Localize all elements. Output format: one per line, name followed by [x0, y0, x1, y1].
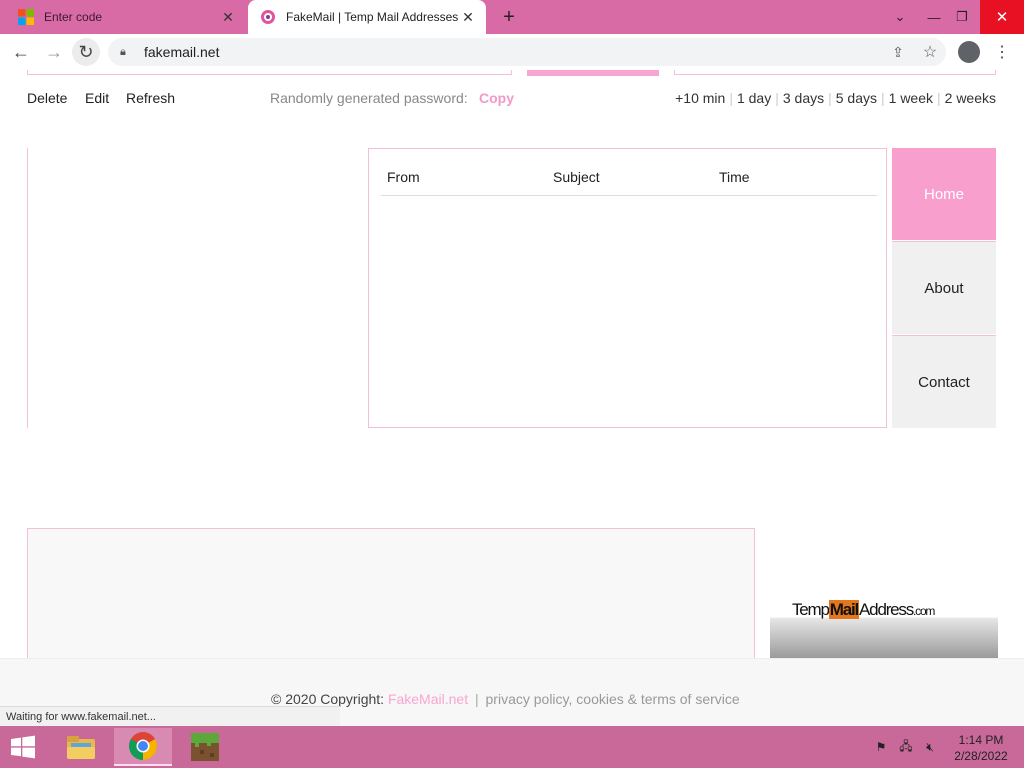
inbox-header: From Subject Time	[381, 167, 877, 196]
minecraft-taskbar-button[interactable]	[176, 728, 234, 766]
side-navigation: Home About Contact	[892, 148, 996, 428]
domain-select-box	[674, 70, 996, 75]
new-tab-plus-icon[interactable]: +	[497, 5, 521, 29]
column-from: From	[387, 169, 420, 185]
divider: |	[474, 691, 479, 707]
divider: |	[828, 90, 832, 106]
logo-tld: .com	[913, 604, 935, 618]
logo-highlight: Mail	[828, 600, 859, 619]
nav-home[interactable]: Home	[892, 148, 996, 240]
extend-1day[interactable]: 1 day	[737, 90, 771, 106]
extend-10min[interactable]: +10 min	[675, 90, 725, 106]
fakemail-icon	[261, 10, 275, 24]
file-explorer-taskbar-button[interactable]	[52, 728, 110, 766]
chrome-icon	[129, 732, 157, 760]
share-icon[interactable]: ⇪	[886, 40, 910, 64]
logo-prefix: Temp	[792, 600, 830, 619]
restore-window-icon[interactable]: ❐	[946, 0, 978, 34]
action-center-flag-icon[interactable]: ⚑	[872, 738, 890, 756]
copy-password-link[interactable]: Copy	[479, 90, 514, 106]
edit-link[interactable]: Edit	[85, 90, 109, 106]
chrome-taskbar-button[interactable]	[114, 728, 172, 766]
left-panel-border	[27, 148, 28, 428]
kebab-menu-icon[interactable]: ⋮	[992, 40, 1012, 64]
windows-taskbar: ⚑ 🖧︎ 🔇︎ 1:14 PM 2/28/2022	[0, 726, 1024, 768]
extend-5days[interactable]: 5 days	[836, 90, 877, 106]
column-subject: Subject	[553, 169, 600, 185]
nav-contact[interactable]: Contact	[892, 336, 996, 428]
microsoft-icon	[18, 9, 34, 25]
refresh-link[interactable]: Refresh	[126, 90, 175, 106]
status-text: Waiting for www.fakemail.net...	[6, 710, 156, 723]
close-window-icon[interactable]: ✕	[980, 0, 1024, 34]
clock-time: 1:14 PM	[958, 733, 1004, 747]
tempmailaddress-ad[interactable]: TempMailAddress.com	[770, 592, 998, 658]
lock-icon: 🔒︎	[120, 45, 126, 58]
profile-avatar-icon[interactable]	[958, 41, 980, 63]
url-text: fakemail.net	[144, 44, 220, 60]
address-bar[interactable]: 🔒︎ fakemail.net	[108, 38, 946, 66]
back-arrow-icon[interactable]: ←	[7, 38, 35, 66]
tab-title: FakeMail | Temp Mail Addresses	[286, 10, 459, 24]
logo-suffix: Address	[859, 600, 914, 619]
divider: |	[775, 90, 779, 106]
divider: |	[881, 90, 885, 106]
folder-icon	[67, 736, 95, 759]
browser-toolbar: ← → ↻ 🔒︎ fakemail.net ⇪ ☆ ⋮	[0, 34, 1024, 70]
network-icon[interactable]: 🖧︎	[897, 738, 915, 756]
copy-address-button[interactable]	[527, 70, 659, 76]
system-clock[interactable]: 1:14 PM 2/28/2022	[946, 732, 1016, 764]
page-content: Delete Edit Refresh Randomly generated p…	[0, 70, 1024, 726]
browser-status-bar: Waiting for www.fakemail.net...	[0, 706, 340, 726]
extend-1week[interactable]: 1 week	[889, 90, 933, 106]
inbox-table: From Subject Time	[368, 148, 887, 428]
delete-link[interactable]: Delete	[27, 90, 67, 106]
tab-enter-code[interactable]: Enter code ✕	[8, 0, 246, 34]
close-tab-icon[interactable]: ✕	[458, 7, 478, 27]
windows-start-icon[interactable]	[8, 734, 38, 760]
footer-text: © 2020 Copyright: FakeMail.net | privacy…	[271, 691, 740, 707]
copyright-text: © 2020 Copyright:	[271, 691, 388, 707]
extend-duration-options: +10 min | 1 day | 3 days | 5 days | 1 we…	[675, 90, 996, 106]
forward-arrow-icon[interactable]: →	[40, 38, 68, 66]
column-time: Time	[719, 169, 750, 185]
reload-icon[interactable]: ↻	[72, 38, 100, 66]
divider: |	[729, 90, 733, 106]
close-tab-icon[interactable]: ✕	[218, 7, 238, 27]
email-address-box	[27, 70, 512, 75]
mailbox-actions: Delete Edit Refresh Randomly generated p…	[27, 90, 996, 112]
minecraft-icon	[191, 733, 219, 761]
fakemail-link[interactable]: FakeMail.net	[388, 691, 468, 707]
password-label: Randomly generated password:	[270, 90, 468, 106]
bookmark-star-icon[interactable]: ☆	[918, 40, 942, 64]
extend-2weeks[interactable]: 2 weeks	[945, 90, 996, 106]
browser-tab-bar: Enter code ✕ FakeMail | Temp Mail Addres…	[0, 0, 1024, 34]
tab-fakemail[interactable]: FakeMail | Temp Mail Addresses ✕	[248, 0, 486, 34]
extend-3days[interactable]: 3 days	[783, 90, 824, 106]
divider: |	[937, 90, 941, 106]
tempmailaddress-logo: TempMailAddress.com	[792, 600, 935, 620]
tab-title: Enter code	[44, 10, 103, 24]
volume-muted-icon[interactable]: 🔇︎	[921, 738, 939, 756]
nav-about[interactable]: About	[892, 242, 996, 334]
clock-date: 2/28/2022	[954, 749, 1008, 763]
advertisement-box[interactable]	[27, 528, 755, 668]
policy-links[interactable]: privacy policy, cookies & terms of servi…	[486, 691, 740, 707]
chevron-down-icon[interactable]: ⌄	[884, 0, 916, 34]
